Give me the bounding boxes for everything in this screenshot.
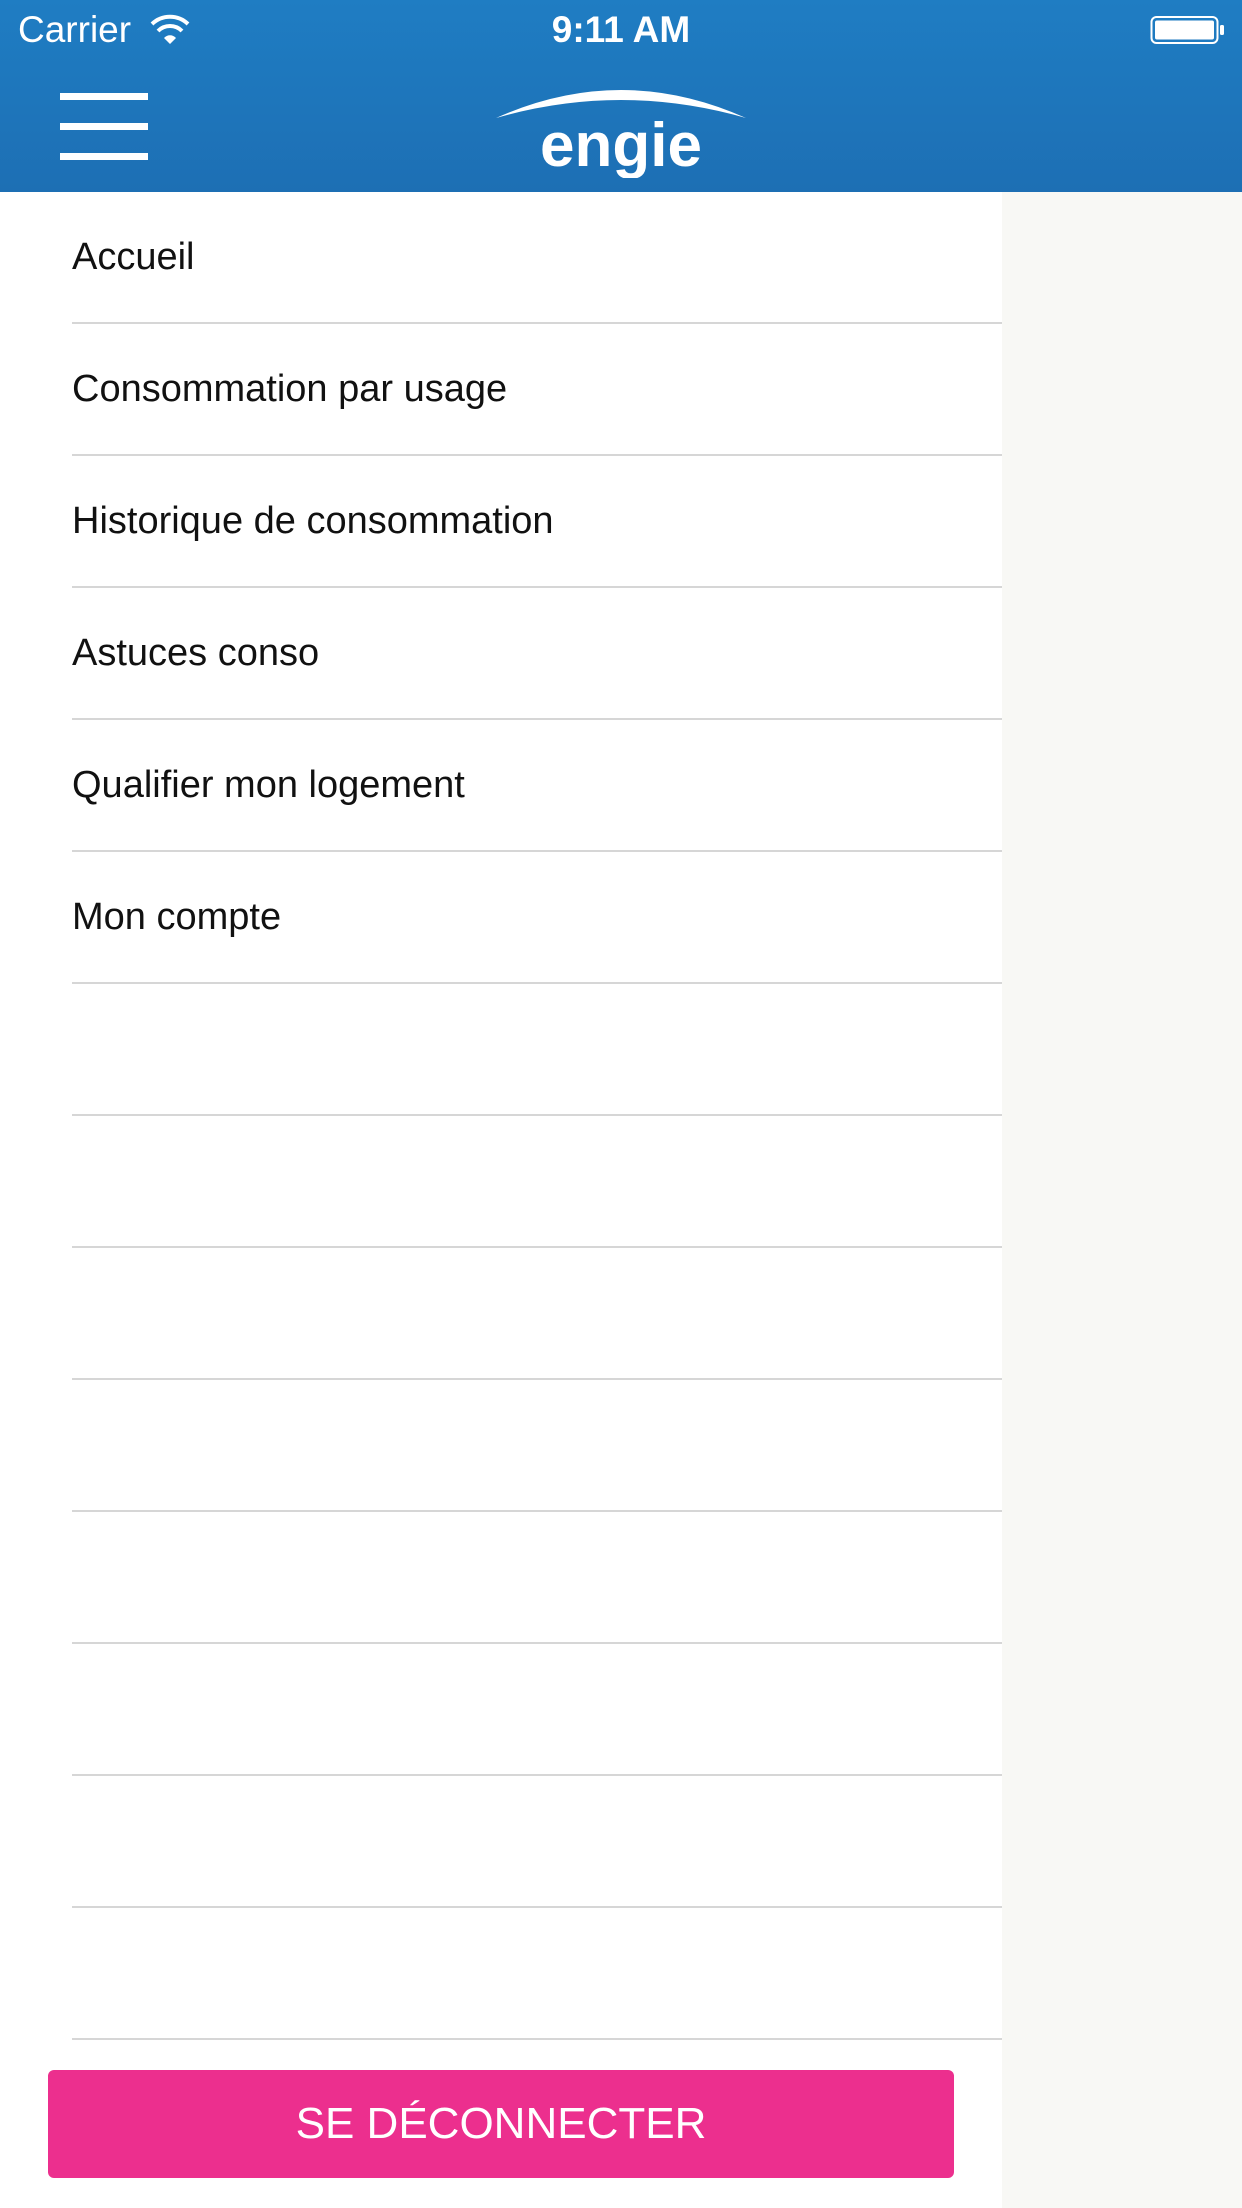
empty-menu-row bbox=[72, 1248, 1002, 1380]
svg-text:engie: engie bbox=[540, 111, 702, 178]
menu-item-astuces-conso[interactable]: Astuces conso bbox=[72, 588, 1002, 720]
menu-item-qualifier-mon-logement[interactable]: Qualifier mon logement bbox=[72, 720, 1002, 852]
engie-logo: engie bbox=[496, 90, 746, 178]
battery-icon bbox=[1150, 16, 1224, 44]
menu-item-label: Mon compte bbox=[72, 896, 282, 938]
navigation-drawer: Accueil Consommation par usage Historiqu… bbox=[0, 192, 1002, 2208]
empty-menu-row bbox=[72, 1116, 1002, 1248]
status-bar: Carrier 9:11 AM bbox=[0, 0, 1242, 60]
menu-item-label: Consommation par usage bbox=[72, 368, 508, 410]
empty-menu-row bbox=[72, 1908, 1002, 2040]
app-header: Carrier 9:11 AM engie bbox=[0, 0, 1242, 192]
empty-menu-row bbox=[72, 984, 1002, 1116]
menu-item-mon-compte[interactable]: Mon compte bbox=[72, 852, 1002, 984]
status-time: 9:11 AM bbox=[551, 9, 691, 50]
empty-menu-row bbox=[72, 1776, 1002, 1908]
menu-item-label: Historique de consommation bbox=[72, 500, 554, 542]
menu-list: Accueil Consommation par usage Historiqu… bbox=[0, 192, 1002, 2040]
logout-button[interactable]: SE DÉCONNECTER bbox=[48, 2070, 954, 2178]
empty-menu-row bbox=[72, 1512, 1002, 1644]
menu-item-accueil[interactable]: Accueil bbox=[72, 192, 1002, 324]
menu-item-historique-de-consommation[interactable]: Historique de consommation bbox=[72, 456, 1002, 588]
menu-item-label: Accueil bbox=[72, 236, 195, 278]
empty-menu-row bbox=[72, 1380, 1002, 1512]
empty-menu-row bbox=[72, 1644, 1002, 1776]
menu-item-consommation-par-usage[interactable]: Consommation par usage bbox=[72, 324, 1002, 456]
hamburger-menu-icon[interactable] bbox=[56, 90, 152, 162]
menu-item-label: Astuces conso bbox=[72, 632, 320, 674]
menu-item-label: Qualifier mon logement bbox=[72, 764, 465, 806]
